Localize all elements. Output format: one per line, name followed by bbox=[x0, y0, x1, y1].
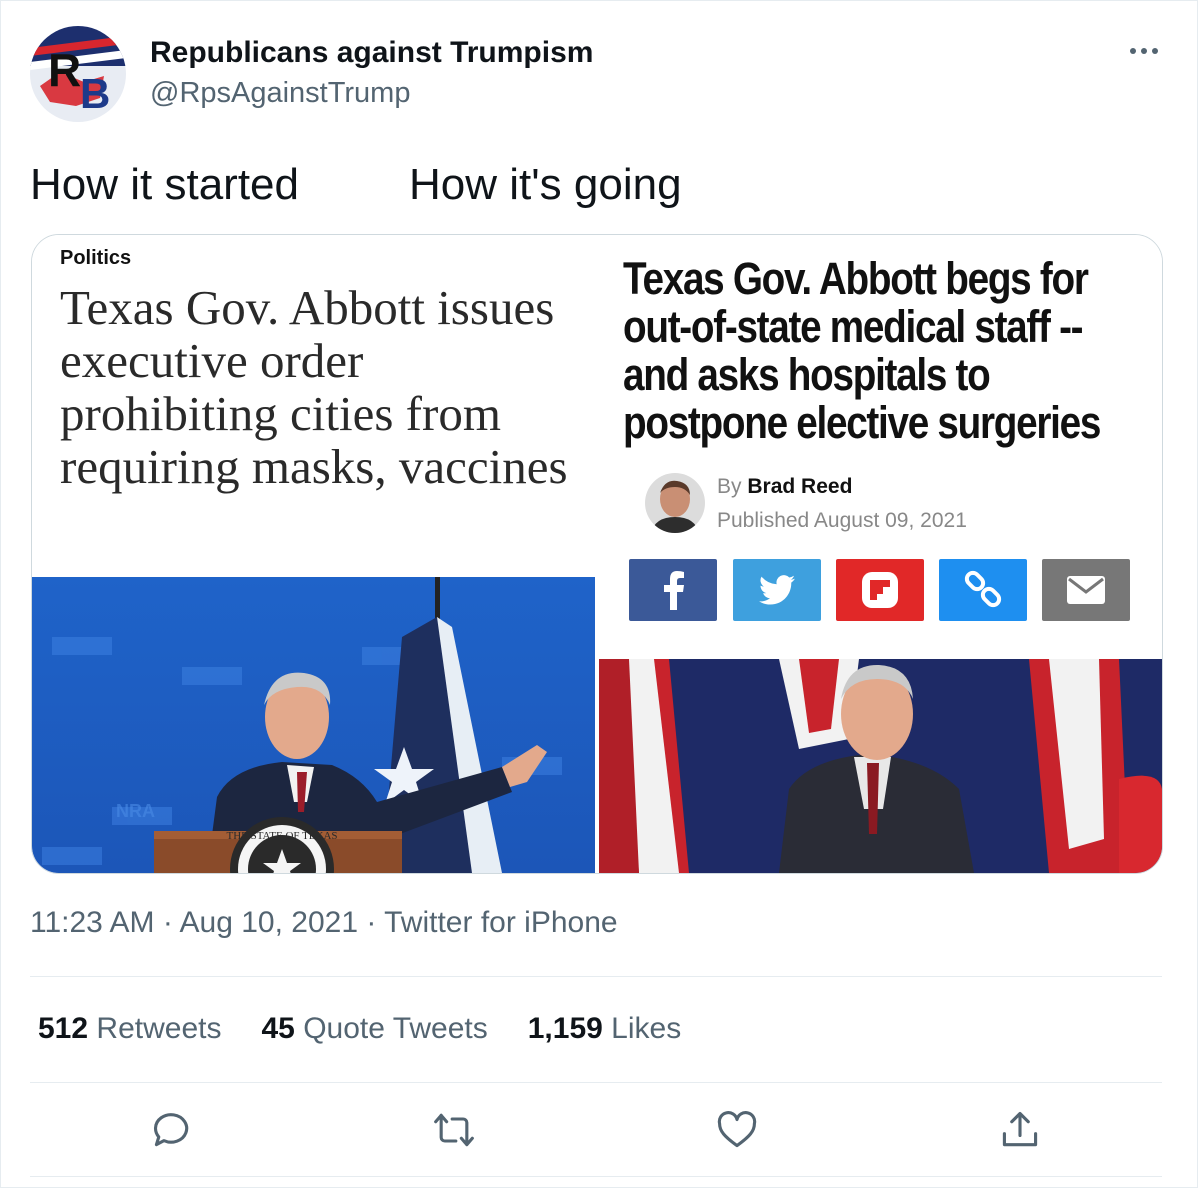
more-options-icon[interactable] bbox=[1124, 36, 1164, 64]
article-headline-left: Texas Gov. Abbott issues executive order… bbox=[60, 280, 568, 494]
likes-count: 1,159 bbox=[527, 1012, 603, 1045]
email-share-button[interactable] bbox=[1042, 559, 1130, 621]
facebook-icon bbox=[664, 571, 684, 610]
retweets-stat[interactable]: 512 Retweets bbox=[38, 1012, 221, 1046]
by-label: By bbox=[717, 475, 742, 498]
avatar-letter-b: B bbox=[80, 70, 110, 117]
flipboard-share-button[interactable] bbox=[836, 559, 924, 621]
retweet-icon bbox=[434, 1113, 474, 1147]
display-name[interactable]: Republicans against Trumpism bbox=[150, 36, 593, 70]
reply-icon bbox=[153, 1113, 189, 1147]
twitter-icon bbox=[759, 575, 795, 605]
retweets-label: Retweets bbox=[96, 1012, 222, 1045]
retweet-button[interactable] bbox=[432, 1108, 476, 1152]
share-button[interactable] bbox=[998, 1108, 1042, 1152]
likes-stat[interactable]: 1,159 Likes bbox=[528, 1012, 681, 1046]
quote-tweets-stat[interactable]: 45 Quote Tweets bbox=[261, 1012, 487, 1046]
likes-label: Likes bbox=[611, 1012, 682, 1045]
flipboard-icon bbox=[862, 572, 898, 608]
nra-backdrop-text: NRA bbox=[116, 801, 155, 821]
media-image-left[interactable]: Politics Texas Gov. Abbott issues execut… bbox=[32, 235, 595, 873]
tweet-timestamp[interactable]: 11:23 AM · Aug 10, 2021 · Twitter for iP… bbox=[30, 906, 618, 940]
publish-date: Published August 09, 2021 bbox=[717, 509, 967, 532]
author-name[interactable]: Brad Reed bbox=[747, 475, 852, 498]
media-image-right[interactable]: Texas Gov. Abbott begs for out-of-state … bbox=[599, 235, 1162, 873]
quote-tweets-count: 45 bbox=[261, 1012, 295, 1045]
state-seal-text: THE STATE OF TEXAS bbox=[226, 830, 337, 842]
like-button[interactable] bbox=[715, 1108, 759, 1152]
tweet-stats: 512 Retweets 45 Quote Tweets 1,159 Likes bbox=[38, 1012, 681, 1046]
article-section: Politics bbox=[60, 247, 132, 269]
share-icon bbox=[1002, 1111, 1038, 1147]
article-byline: By Brad Reed bbox=[717, 475, 852, 499]
avatar-letter-r: R bbox=[48, 44, 81, 96]
retweets-count: 512 bbox=[38, 1012, 89, 1045]
email-icon bbox=[1067, 576, 1105, 604]
divider-bottom bbox=[30, 1176, 1162, 1177]
reply-button[interactable] bbox=[150, 1108, 194, 1152]
tweet-text: How it started How it's going bbox=[30, 160, 682, 209]
author-photo bbox=[645, 473, 705, 533]
like-icon bbox=[717, 1111, 757, 1148]
avatar[interactable]: R B bbox=[30, 26, 126, 122]
divider-middle bbox=[30, 1082, 1162, 1083]
abbott-press-conference-photo bbox=[599, 659, 1162, 873]
link-icon bbox=[964, 570, 1002, 608]
quote-tweets-label: Quote Tweets bbox=[303, 1012, 488, 1045]
article-headline-right: Texas Gov. Abbott begs for out-of-state … bbox=[623, 253, 1101, 448]
facebook-share-button[interactable] bbox=[629, 559, 717, 621]
user-handle[interactable]: @RpsAgainstTrump bbox=[150, 77, 410, 110]
twitter-share-button[interactable] bbox=[733, 559, 821, 621]
divider-top bbox=[30, 976, 1162, 977]
tweet-media[interactable]: Politics Texas Gov. Abbott issues execut… bbox=[31, 234, 1163, 874]
abbott-speech-photo: NRA THE STATE OF TEXAS bbox=[32, 577, 595, 873]
copy-link-button[interactable] bbox=[939, 559, 1027, 621]
